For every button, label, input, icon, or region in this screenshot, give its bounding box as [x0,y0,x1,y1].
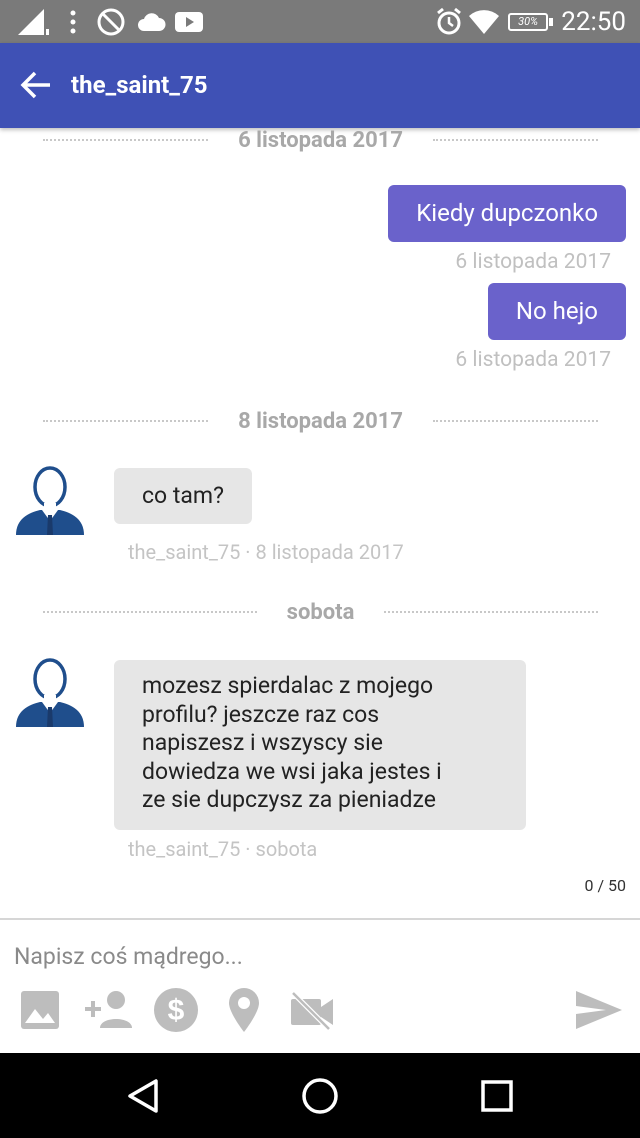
location-button[interactable] [220,986,268,1034]
message-line: ze sie dupczysz za pieniadze [142,786,436,813]
date-separator-label: sobota [286,599,355,625]
image-icon [21,991,59,1029]
outgoing-message[interactable]: Kiedy dupczonko [388,185,626,242]
conversation-title[interactable]: the_saint_75 [71,43,208,128]
message-line: napiszesz i wszyscy sie [142,729,383,756]
dollar-icon: $ [154,988,198,1032]
message-time: 6 listopada 2017 [455,348,611,372]
navigation-bar [0,1053,640,1138]
incoming-message[interactable]: co tam? [114,468,252,524]
status-time: 22:50 [561,6,626,37]
message-list[interactable]: 6 listopada 2017 Kiedy dupczonko 6 listo… [0,128,640,918]
nav-home-icon [302,1078,338,1114]
video-off-button[interactable] [288,986,336,1034]
message-meta: the_saint_75 · sobota [128,837,318,861]
message-time: 6 listopada 2017 [455,250,611,274]
date-separator-label: 8 listopada 2017 [238,408,403,434]
message-line: dowiedza we wsi jaka jestes i [142,757,442,785]
svg-text:$: $ [168,994,185,1027]
send-icon [576,991,622,1029]
cloud-icon [136,0,166,43]
message-line: mozesz spierdalac z mojego [142,672,434,699]
nav-recents-button[interactable] [472,1071,522,1121]
date-separator: 8 listopada 2017 [43,406,598,436]
nav-back-icon [128,1079,158,1113]
char-counter: 0 / 50 [584,876,626,895]
message-meta: the_saint_75 · 8 listopada 2017 [128,540,404,564]
back-button[interactable] [14,63,58,107]
battery-icon: 30% [508,0,553,43]
status-bar: 30% 22:50 [0,0,640,43]
blocked-icon [96,0,126,43]
add-person-icon [85,991,132,1028]
message-line: profilu? jeszcze raz cos [142,700,380,728]
incoming-message[interactable]: mozesz spierdalac z mojego profilu? jesz… [114,660,526,830]
composer: $ [0,918,640,1053]
youtube-icon [174,0,204,43]
avatar[interactable] [14,655,86,727]
more-icon [68,0,78,43]
avatar[interactable] [14,463,86,535]
nav-home-button[interactable] [295,1071,345,1121]
location-icon [229,988,259,1032]
attach-image-button[interactable] [16,986,64,1034]
add-person-button[interactable] [84,986,136,1034]
send-button[interactable] [572,986,626,1034]
date-separator-label: 6 listopada 2017 [238,128,403,153]
message-input[interactable] [14,936,614,976]
alarm-icon [434,0,464,43]
signal-icon [16,0,50,43]
outgoing-message[interactable]: No hejo [487,283,626,340]
nav-recents-icon [481,1080,513,1112]
wifi-icon [468,0,500,43]
date-separator: sobota [43,597,599,627]
nav-back-button[interactable] [118,1071,168,1121]
video-off-icon [291,991,333,1031]
money-button[interactable]: $ [152,986,200,1034]
date-separator: 6 listopada 2017 [43,128,598,155]
app-bar: the_saint_75 [0,43,640,128]
arrow-back-icon [20,71,50,99]
